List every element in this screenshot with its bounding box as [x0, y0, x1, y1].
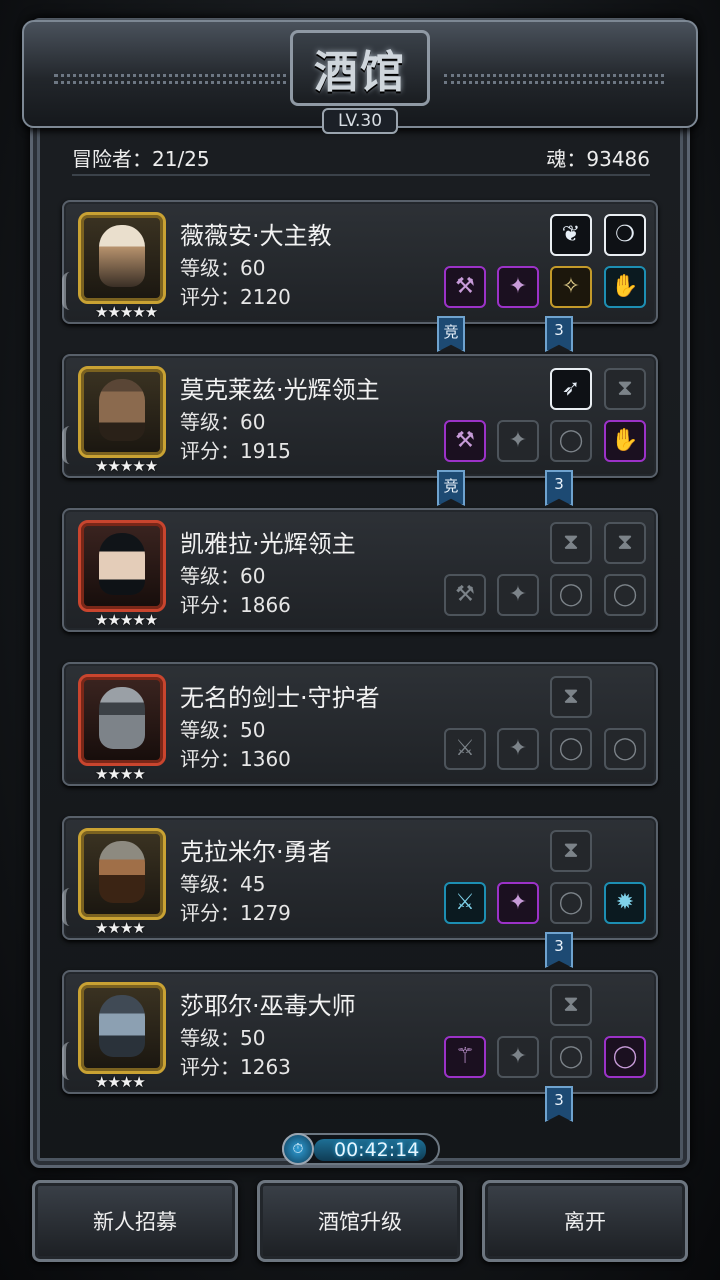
- hero-level: 等级：45: [180, 872, 266, 896]
- gem-icon[interactable]: ✹: [604, 882, 646, 924]
- ring-slot-icon[interactable]: ◯: [604, 728, 646, 770]
- armor-slot-icon[interactable]: ✦: [497, 420, 539, 462]
- title-plate: 酒馆: [290, 30, 430, 106]
- mace-icon[interactable]: ⚒: [444, 420, 486, 462]
- hero-avatar: [99, 379, 145, 441]
- hero-avatar: [99, 995, 145, 1057]
- hero-name: 克拉米尔·勇者: [180, 838, 332, 866]
- hero-score: 评分：2120: [180, 285, 291, 309]
- star-rating: ★★★★: [95, 765, 146, 783]
- hero-portrait: ★★★★: [78, 674, 166, 783]
- chain-decoration-left: [54, 74, 294, 84]
- hero-card-5[interactable]: ★★★★ 莎耶尔·巫毒大师 等级：50 评分：1263 ⧗ ⚚ ✦ ◯ ◯: [62, 970, 658, 1094]
- ring-slot-icon[interactable]: ◯: [550, 574, 592, 616]
- hero-card-4[interactable]: ★★★★ 克拉米尔·勇者 等级：45 评分：1279 ⧗ ⚔ ✦ ◯ ✹: [62, 816, 658, 940]
- hero-name: 薇薇安·大主教: [180, 222, 332, 250]
- hero-level: 等级：60: [180, 256, 266, 280]
- hammer-slot-icon[interactable]: ⚒: [444, 574, 486, 616]
- hero-avatar: [99, 225, 145, 287]
- hero-card-2[interactable]: ★★★★★ 凯雅拉·光辉领主 等级：60 评分：1866 ⧗ ⧗ ⚒ ✦ ◯ ◯: [62, 508, 658, 632]
- amulet-icon[interactable]: ✧: [550, 266, 592, 308]
- ring-slot-icon[interactable]: ◯: [604, 574, 646, 616]
- armor-slot-icon[interactable]: ✦: [497, 728, 539, 770]
- hero-level: 等级：60: [180, 410, 266, 434]
- ring-slot-icon[interactable]: ◯: [550, 728, 592, 770]
- armor-slot-icon[interactable]: ✦: [497, 574, 539, 616]
- armor-icon[interactable]: ✦: [497, 266, 539, 308]
- hero-score: 评分：1866: [180, 593, 291, 617]
- hero-name: 凯雅拉·光辉领主: [180, 530, 356, 558]
- ghost-icon: [62, 1042, 80, 1080]
- hero-level: 等级：50: [180, 1026, 266, 1050]
- hero-name: 无名的剑士·守护者: [180, 684, 380, 712]
- upgrade-tavern-button[interactable]: 酒馆升级: [257, 1180, 463, 1262]
- hero-portrait: ★★★★★: [78, 366, 166, 475]
- ghost-icon: [62, 888, 80, 926]
- ring-slot-icon[interactable]: ◯: [550, 420, 592, 462]
- hammer-icon[interactable]: ⚒: [444, 266, 486, 308]
- ring-slot-icon[interactable]: ◯: [550, 882, 592, 924]
- hero-score: 评分：1279: [180, 901, 291, 925]
- hero-name: 莎耶尔·巫毒大师: [180, 992, 356, 1020]
- hero-card-3[interactable]: ★★★★ 无名的剑士·守护者 等级：50 评分：1360 ⧗ ⚔ ✦ ◯ ◯: [62, 662, 658, 786]
- star-rating: ★★★★★: [95, 457, 158, 475]
- star-rating: ★★★★★: [95, 611, 158, 629]
- sword-slot-icon[interactable]: ⚔: [444, 728, 486, 770]
- hero-avatar: [99, 687, 145, 749]
- axe-icon[interactable]: ⚔: [444, 882, 486, 924]
- ghost-icon: [62, 426, 80, 464]
- hero-level: 等级：60: [180, 564, 266, 588]
- armor-slot-icon[interactable]: ✦: [497, 1036, 539, 1078]
- star-rating: ★★★★★: [95, 303, 158, 321]
- hero-portrait: ★★★★★: [78, 520, 166, 629]
- bracer-icon[interactable]: ✋: [604, 420, 646, 462]
- ring-icon[interactable]: ◯: [604, 1036, 646, 1078]
- hero-level: 等级：50: [180, 718, 266, 742]
- wing-icon[interactable]: ❦: [550, 214, 592, 256]
- hero-avatar: [99, 841, 145, 903]
- ghost-icon: [62, 272, 80, 310]
- hero-score: 评分：1360: [180, 747, 291, 771]
- empty-slot-icon[interactable]: ⧗: [550, 676, 592, 718]
- hero-card-0[interactable]: ★★★★★ 薇薇安·大主教 等级：60 评分：2120 ❦ ❍ ⚒ ✦ ✧ ✋: [62, 200, 658, 324]
- hero-portrait: ★★★★: [78, 828, 166, 937]
- hero-card-1[interactable]: ★★★★★ 莫克莱兹·光辉领主 等级：60 评分：1915 ➶ ⧗ ⚒ ✦ ◯ …: [62, 354, 658, 478]
- page-title: 酒馆: [314, 47, 406, 98]
- tavern-level-badge: LV.30: [322, 108, 398, 134]
- empty-slot-icon[interactable]: ⧗: [550, 830, 592, 872]
- leather-armor-icon[interactable]: ✦: [497, 882, 539, 924]
- recruit-button[interactable]: 新人招募: [32, 1180, 238, 1262]
- adventurer-count: 冒险者：21/25: [72, 146, 210, 171]
- recruit-timer: ⏱ 00:42:14: [282, 1133, 440, 1165]
- leave-button[interactable]: 离开: [482, 1180, 688, 1262]
- empty-slot-icon[interactable]: ⧗: [550, 522, 592, 564]
- star-rating: ★★★★: [95, 1073, 146, 1091]
- star-rating: ★★★★: [95, 919, 146, 937]
- staff-icon[interactable]: ⚚: [444, 1036, 486, 1078]
- empty-slot-icon[interactable]: ⧗: [604, 368, 646, 410]
- chain-decoration-right: [444, 74, 664, 84]
- soul-count: 魂：93486: [546, 146, 650, 171]
- hero-avatar: [99, 533, 145, 595]
- timer-text: 00:42:14: [334, 1139, 420, 1161]
- necklace-icon[interactable]: ❍: [604, 214, 646, 256]
- empty-slot-icon[interactable]: ⧗: [550, 984, 592, 1026]
- empty-slot-icon[interactable]: ⧗: [604, 522, 646, 564]
- stats-bar: 冒险者：21/25 魂：93486: [72, 140, 650, 176]
- gauntlet-icon[interactable]: ✋: [604, 266, 646, 308]
- hero-name: 莫克莱兹·光辉领主: [180, 376, 380, 404]
- feather-icon[interactable]: ➶: [550, 368, 592, 410]
- hero-portrait: ★★★★: [78, 982, 166, 1091]
- clock-icon: ⏱: [282, 1133, 314, 1165]
- hero-score: 评分：1915: [180, 439, 291, 463]
- hero-score: 评分：1263: [180, 1055, 291, 1079]
- ring-slot-icon[interactable]: ◯: [550, 1036, 592, 1078]
- hero-portrait: ★★★★★: [78, 212, 166, 321]
